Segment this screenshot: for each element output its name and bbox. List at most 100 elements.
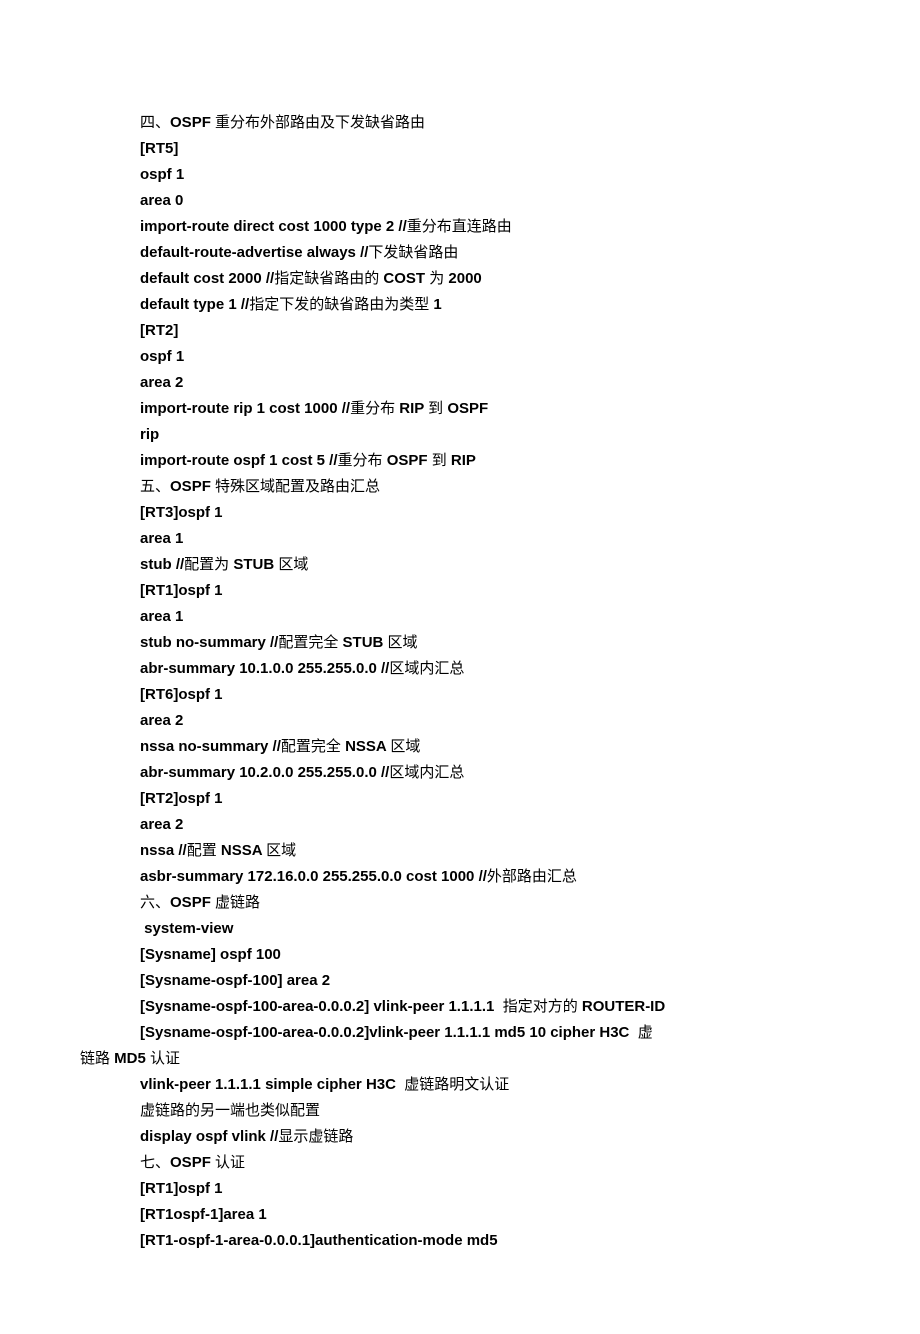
text-line: [RT1]ospf 1 — [140, 578, 840, 604]
text-segment: [RT5] — [140, 140, 178, 157]
text-segment: ospf 1 — [140, 348, 184, 365]
text-line: abr-summary 10.1.0.0 255.255.0.0 //区域内汇总 — [140, 656, 840, 682]
text-line: 五、OSPF 特殊区域配置及路由汇总 — [140, 474, 840, 500]
text-line: 七、OSPF 认证 — [140, 1150, 840, 1176]
text-line: 四、OSPF 重分布外部路由及下发缺省路由 — [140, 110, 840, 136]
text-segment: system-view — [140, 920, 233, 937]
text-line: default-route-advertise always //下发缺省路由 — [140, 240, 840, 266]
text-line: [Sysname-ospf-100-area-0.0.0.2] vlink-pe… — [140, 994, 840, 1020]
text-line: [Sysname] ospf 100 — [140, 942, 840, 968]
text-line: nssa no-summary //配置完全 NSSA 区域 — [140, 734, 840, 760]
text-segment: [RT1]ospf 1 — [140, 1180, 223, 1197]
text-segment: 重分布 — [350, 400, 399, 417]
text-segment: OSPF — [170, 1154, 215, 1171]
text-segment: stub // — [140, 556, 184, 573]
text-line: [RT2] — [140, 318, 840, 344]
text-segment: OSPF — [170, 114, 215, 131]
text-segment: 五、 — [140, 478, 170, 495]
text-segment: MD5 — [114, 1050, 150, 1067]
text-line: rip — [140, 422, 840, 448]
text-segment: area 2 — [140, 712, 183, 729]
text-line: area 2 — [140, 812, 840, 838]
text-line: default cost 2000 //指定缺省路由的 COST 为 2000 — [140, 266, 840, 292]
text-segment: nssa // — [140, 842, 187, 859]
text-segment: area 2 — [140, 816, 183, 833]
text-segment: OSPF — [170, 894, 215, 911]
text-segment: [Sysname-ospf-100] area 2 — [140, 972, 330, 989]
text-segment: 指定缺省路由的 — [274, 270, 383, 287]
text-line: [RT1ospf-1]area 1 — [140, 1202, 840, 1228]
text-line: ospf 1 — [140, 162, 840, 188]
text-segment: [RT6]ospf 1 — [140, 686, 223, 703]
text-segment: 显示虚链路 — [278, 1128, 353, 1145]
text-segment: 区域 — [390, 738, 420, 755]
text-segment: 四、 — [140, 114, 170, 131]
text-segment: display ospf vlink // — [140, 1128, 278, 1145]
text-segment: 1 — [433, 296, 441, 313]
text-segment: asbr-summary 172.16.0.0 255.255.0.0 cost… — [140, 868, 487, 885]
text-line: [RT1-ospf-1-area-0.0.0.1]authentication-… — [140, 1228, 840, 1254]
text-segment: vlink-peer 1.1.1.1 simple cipher H3C — [140, 1076, 404, 1093]
text-segment: abr-summary 10.2.0.0 255.255.0.0 // — [140, 764, 389, 781]
text-segment: [RT2]ospf 1 — [140, 790, 223, 807]
text-segment: RIP — [451, 452, 476, 469]
text-segment: OSPF — [387, 452, 432, 469]
text-segment: 重分布直连路由 — [407, 218, 512, 235]
document-page: 四、OSPF 重分布外部路由及下发缺省路由 [RT5] ospf 1 area 0 im… — [0, 0, 920, 1334]
text-segment: 区域内汇总 — [389, 660, 464, 677]
text-segment: [RT2] — [140, 322, 178, 339]
text-segment: nssa no-summary // — [140, 738, 281, 755]
text-segment: 为 — [429, 270, 448, 287]
text-line: abr-summary 10.2.0.0 255.255.0.0 //区域内汇总 — [140, 760, 840, 786]
text-segment: 特殊区域配置及路由汇总 — [215, 478, 380, 495]
text-segment: 配置为 — [184, 556, 233, 573]
text-line: asbr-summary 172.16.0.0 255.255.0.0 cost… — [140, 864, 840, 890]
text-segment: [RT1ospf-1]area 1 — [140, 1206, 267, 1223]
text-segment: COST — [383, 270, 429, 287]
text-line: nssa //配置 NSSA 区域 — [140, 838, 840, 864]
text-segment: [Sysname-ospf-100-area-0.0.0.2]vlink-pee… — [140, 1024, 638, 1041]
text-segment: import-route ospf 1 cost 5 // — [140, 452, 338, 469]
text-line: default type 1 //指定下发的缺省路由为类型 1 — [140, 292, 840, 318]
text-line: display ospf vlink //显示虚链路 — [140, 1124, 840, 1150]
text-segment: [RT1-ospf-1-area-0.0.0.1]authentication-… — [140, 1232, 498, 1249]
text-line: area 0 — [140, 188, 840, 214]
text-line: 链路 MD5 认证 — [80, 1046, 840, 1072]
text-segment: 重分布 — [338, 452, 387, 469]
text-line: [Sysname-ospf-100] area 2 — [140, 968, 840, 994]
text-segment: area 2 — [140, 374, 183, 391]
text-segment: STUB — [233, 556, 278, 573]
text-segment: 认证 — [150, 1050, 180, 1067]
text-line: import-route ospf 1 cost 5 //重分布 OSPF 到 … — [140, 448, 840, 474]
text-line: import-route rip 1 cost 1000 //重分布 RIP 到… — [140, 396, 840, 422]
text-line: [RT5] — [140, 136, 840, 162]
text-segment: [RT1]ospf 1 — [140, 582, 223, 599]
text-line: [RT2]ospf 1 — [140, 786, 840, 812]
text-segment: [Sysname] ospf 100 — [140, 946, 281, 963]
text-segment: [RT3]ospf 1 — [140, 504, 223, 521]
text-segment: stub no-summary // — [140, 634, 278, 651]
text-line: [Sysname-ospf-100-area-0.0.0.2]vlink-pee… — [140, 1020, 840, 1046]
text-line: area 2 — [140, 708, 840, 734]
text-segment: 虚链路的另一端也类似配置 — [140, 1102, 320, 1119]
text-line: import-route direct cost 1000 type 2 //重… — [140, 214, 840, 240]
text-segment: abr-summary 10.1.0.0 255.255.0.0 // — [140, 660, 389, 677]
text-segment: 下发缺省路由 — [368, 244, 458, 261]
text-segment: 指定对方的 — [503, 998, 582, 1015]
text-line: stub no-summary //配置完全 STUB 区域 — [140, 630, 840, 656]
text-segment: OSPF — [170, 478, 215, 495]
text-segment: 区域 — [388, 634, 418, 651]
text-segment: default cost 2000 // — [140, 270, 274, 287]
text-segment: 七、 — [140, 1154, 170, 1171]
text-segment: 虚链路 — [215, 894, 260, 911]
text-segment: [Sysname-ospf-100-area-0.0.0.2] vlink-pe… — [140, 998, 503, 1015]
text-segment: NSSA — [345, 738, 390, 755]
text-segment: area 1 — [140, 530, 183, 547]
text-segment: rip — [140, 426, 159, 443]
text-segment: ROUTER-ID — [582, 998, 665, 1015]
text-line: area 2 — [140, 370, 840, 396]
text-segment: NSSA — [221, 842, 266, 859]
text-segment: area 0 — [140, 192, 183, 209]
text-segment: STUB — [343, 634, 388, 651]
text-line: 六、OSPF 虚链路 — [140, 890, 840, 916]
